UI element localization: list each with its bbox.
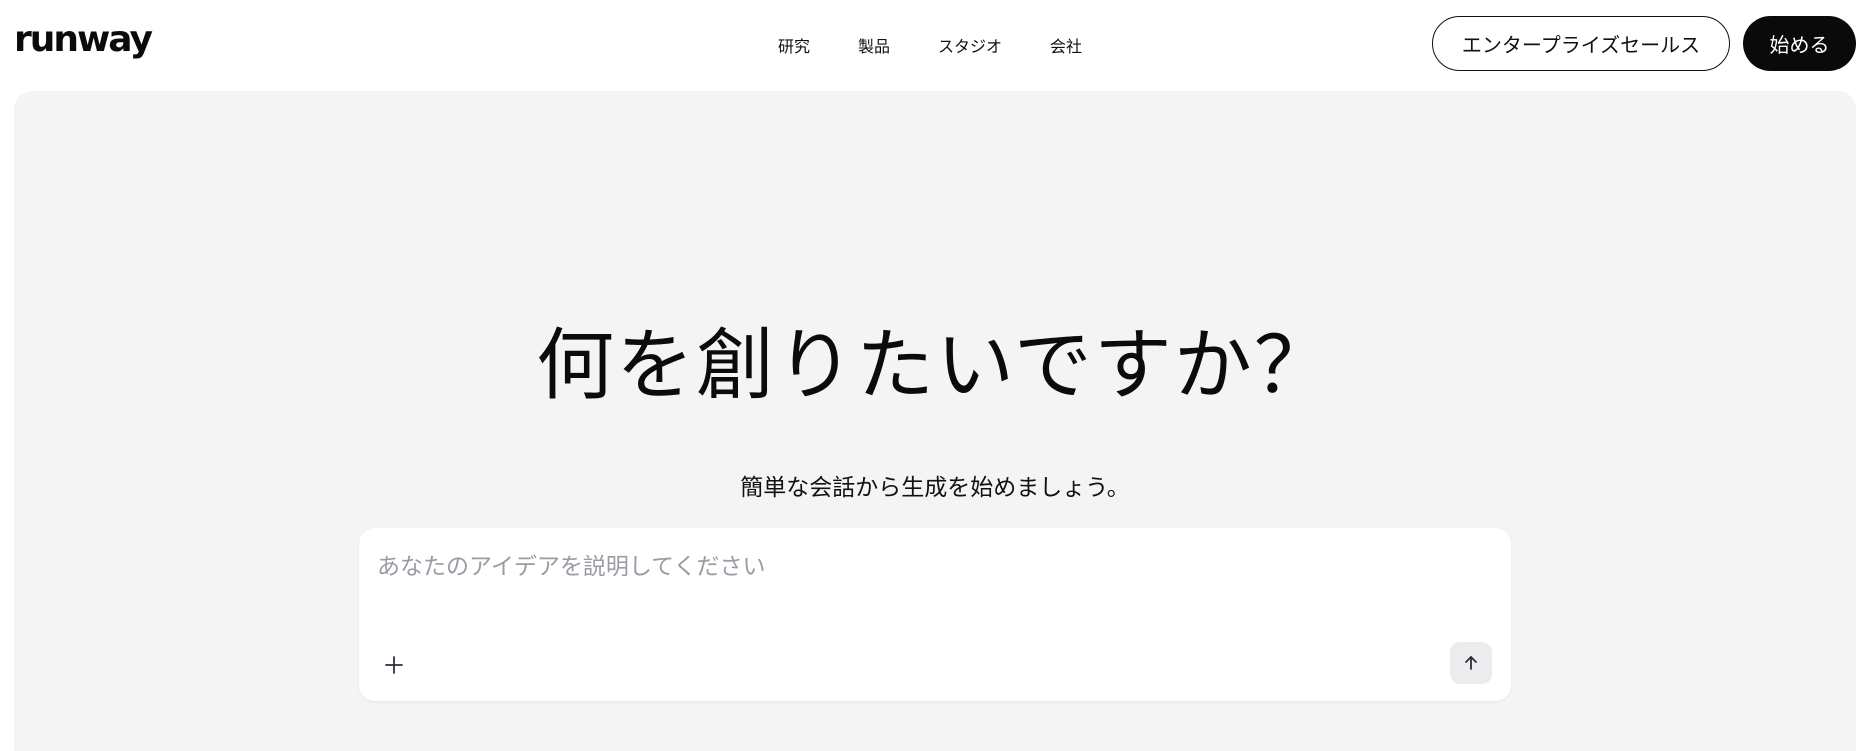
plus-icon-svg (385, 656, 403, 674)
hero-title: 何を創りたいですか？ (536, 321, 1334, 411)
nav-item-company[interactable]: 会社 (1050, 33, 1082, 57)
prompt-box (359, 528, 1511, 701)
enterprise-sales-button[interactable]: エンタープライズセールス (1432, 16, 1730, 71)
runway-logo[interactable]: runway (14, 18, 153, 62)
main-nav: 研究 製品 スタジオ 会社 (778, 28, 1082, 62)
plus-icon[interactable] (379, 650, 409, 680)
get-started-button[interactable]: 始める (1743, 16, 1856, 71)
submit-button[interactable] (1450, 642, 1492, 684)
prompt-input[interactable] (377, 542, 1487, 592)
site-header: runway 研究 製品 スタジオ 会社 エンタープライズセールス 始める (0, 0, 1870, 90)
nav-item-products[interactable]: 製品 (858, 33, 890, 57)
arrow-up-icon (1465, 656, 1477, 670)
nav-item-studio[interactable]: スタジオ (938, 33, 1002, 57)
hero-subtitle: 簡単な会話から生成を始めましょう。 (740, 475, 1130, 501)
nav-item-research[interactable]: 研究 (778, 33, 810, 57)
